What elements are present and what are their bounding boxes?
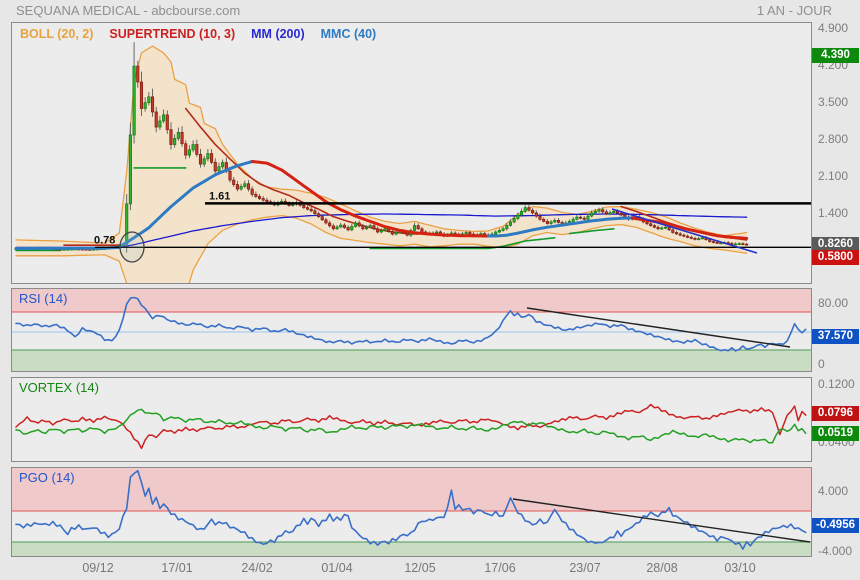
pgo-chart-canvas[interactable]: [12, 468, 811, 556]
price-axis-tick-label: 1.400: [818, 206, 848, 220]
price-axis-tick-label: 2.800: [818, 132, 848, 146]
x-axis-date-label: 12/05: [390, 561, 450, 575]
legend-item[interactable]: SUPERTREND (10, 3): [109, 27, 235, 41]
legend-item[interactable]: MMC (40): [321, 27, 377, 41]
vortex-axis-value-badge: 0.0796: [812, 406, 859, 421]
vortex-axis-value-badge: 0.0519: [812, 426, 859, 441]
price-level-label: 0.78: [94, 234, 115, 246]
rsi-panel[interactable]: [11, 288, 812, 372]
instrument-title: SEQUANA MEDICAL - abcbourse.com: [16, 3, 240, 18]
price-level-label: 1.61: [209, 190, 230, 202]
legend-item[interactable]: BOLL (20, 2): [20, 27, 93, 41]
price-axis-tick-label: 3.500: [818, 95, 848, 109]
x-axis-date-label: 09/12: [68, 561, 128, 575]
legend-item[interactable]: MM (200): [251, 27, 304, 41]
pgo-axis-tick-label: -4.000: [818, 544, 852, 558]
vortex-indicator-label[interactable]: VORTEX (14): [19, 380, 99, 395]
rsi-axis-value-badge: 37.570: [812, 329, 859, 344]
pgo-indicator-label[interactable]: PGO (14): [19, 470, 75, 485]
rsi-axis-tick-label: 80.00: [818, 296, 848, 310]
indicator-legend: BOLL (20, 2) SUPERTREND (10, 3) MM (200) MM…: [20, 27, 376, 41]
pgo-panel[interactable]: [11, 467, 812, 557]
price-chart-canvas[interactable]: 1.61 0.78: [12, 23, 811, 283]
x-axis-date-label: 17/01: [147, 561, 207, 575]
x-axis-date-label: 01/04: [307, 561, 367, 575]
pgo-axis-tick-label: 4.000: [818, 484, 848, 498]
x-axis-date-label: 28/08: [632, 561, 692, 575]
price-axis-value-badge: 4.390: [812, 48, 859, 63]
x-axis-date-label: 17/06: [470, 561, 530, 575]
x-axis-date-label: 23/07: [555, 561, 615, 575]
price-axis-value-badge: 0.5800: [812, 250, 859, 265]
x-axis-date-label: 24/02: [227, 561, 287, 575]
rsi-chart-canvas[interactable]: [12, 289, 811, 371]
rsi-indicator-label[interactable]: RSI (14): [19, 291, 67, 306]
vortex-panel[interactable]: [11, 377, 812, 462]
price-axis-tick-label: 2.100: [818, 169, 848, 183]
x-axis-date-label: 03/10: [710, 561, 770, 575]
vortex-axis-tick-label: 0.1200: [818, 377, 855, 391]
price-chart-panel[interactable]: 1.61 0.78: [11, 22, 812, 284]
price-axis-tick-label: 4.900: [818, 21, 848, 35]
pgo-axis-value-badge: -0.4956: [812, 518, 859, 533]
period-selector: 1 AN - JOUR: [757, 3, 832, 18]
vortex-chart-canvas[interactable]: [12, 378, 811, 461]
rsi-axis-tick-label: 0: [818, 357, 825, 371]
